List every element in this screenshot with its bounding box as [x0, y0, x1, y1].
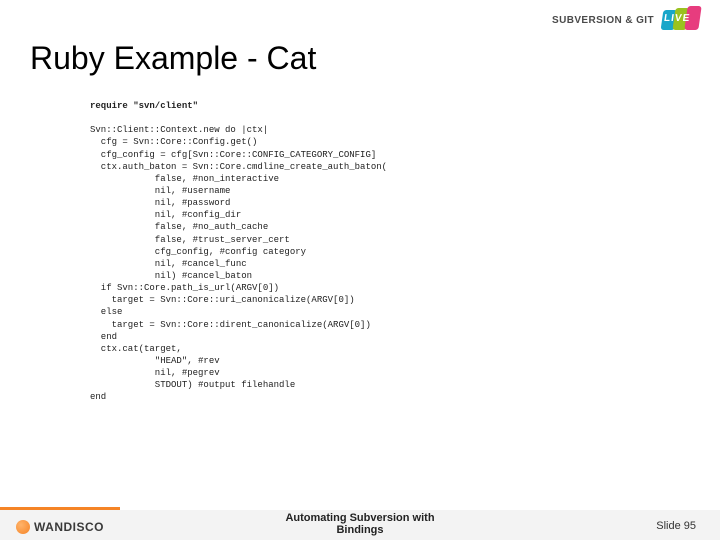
- code-require-line: require "svn/client": [90, 101, 198, 111]
- logo-text: SUBVERSION & GIT: [552, 15, 654, 26]
- slide-number: Slide 95: [656, 520, 696, 532]
- footer-title-line2: Bindings: [285, 524, 434, 536]
- slide: SUBVERSION & GIT LIVE Ruby Example - Cat…: [0, 0, 720, 540]
- wandisco-text: WANDISCO: [34, 520, 104, 534]
- live-text: LIVE: [663, 13, 691, 24]
- wandisco-logo: WANDISCO: [16, 520, 104, 534]
- footer-title-line1: Automating Subversion with: [285, 512, 434, 524]
- slide-title: Ruby Example - Cat: [30, 40, 316, 77]
- footer: WANDISCO Automating Subversion with Bind…: [0, 500, 720, 540]
- live-mark: LIVE: [660, 6, 702, 34]
- code-body: Svn::Client::Context.new do |ctx| cfg = …: [90, 125, 387, 402]
- code-block: require "svn/client" Svn::Client::Contex…: [90, 100, 387, 404]
- footer-title: Automating Subversion with Bindings: [285, 512, 434, 536]
- wandisco-icon: [16, 520, 30, 534]
- event-logo: SUBVERSION & GIT LIVE: [552, 6, 702, 34]
